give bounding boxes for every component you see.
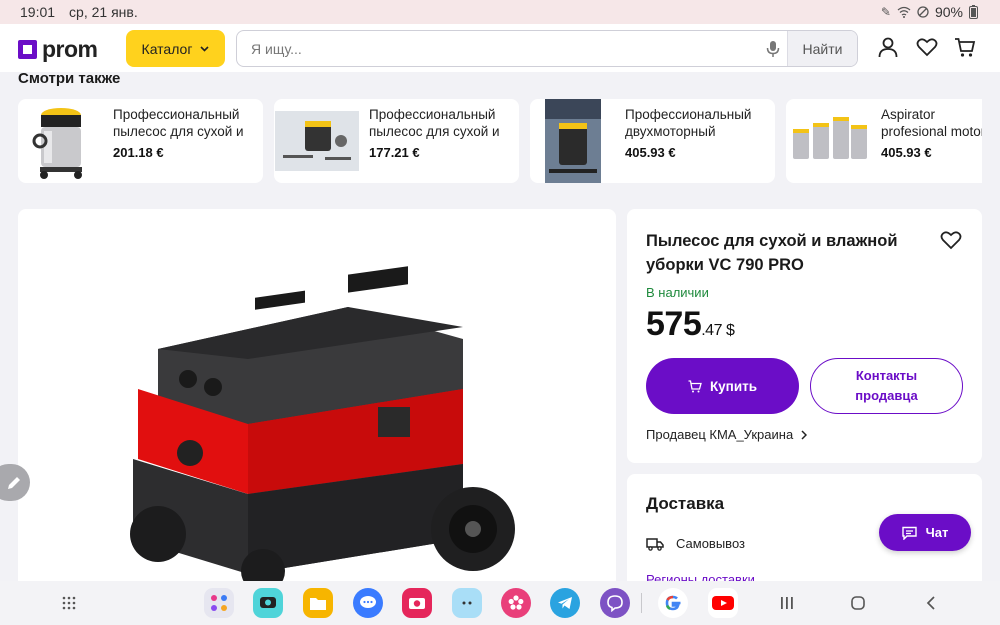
card-title: Профессиональный пылесос для сухой и вла… [113, 107, 244, 139]
buy-box: Пылесос для сухой и влажной уборки VC 79… [627, 209, 982, 463]
messages-app-icon[interactable] [353, 588, 383, 618]
see-also-title: Смотри также [18, 70, 121, 87]
taskbar [0, 581, 1000, 625]
pickup-label: Самовывоз [676, 536, 745, 551]
status-time: 19:01 [20, 4, 56, 20]
card-price: 177.21 € [369, 145, 420, 160]
status-date: ср, 21 янв. [69, 4, 138, 20]
card-price: 405.93 € [625, 145, 676, 160]
favorite-heart-icon[interactable] [940, 229, 962, 251]
recent-apps-icon[interactable] [776, 592, 798, 614]
cart-icon [688, 379, 702, 392]
availability-status: В наличии [646, 285, 709, 300]
buy-button[interactable]: Купить [646, 358, 799, 414]
chat-label: Чат [925, 525, 949, 540]
youtube-app-icon[interactable] [708, 588, 738, 618]
see-also-card[interactable]: Aspirator profesional motor dual SPEED 4… [786, 99, 982, 183]
catalog-button[interactable]: Каталог [126, 30, 225, 67]
heart-icon[interactable] [916, 36, 938, 58]
battery-icon [969, 5, 978, 19]
delivery-title: Доставка [646, 494, 725, 513]
camera-app-icon[interactable] [402, 588, 432, 618]
logo-text: prom [42, 36, 98, 62]
product-image [130, 266, 515, 589]
product-thumbnail [274, 99, 360, 183]
do-not-disturb-icon [917, 6, 929, 18]
card-price: 201.18 € [113, 145, 164, 160]
telegram-app-icon[interactable] [550, 588, 580, 618]
search-button[interactable]: Найти [787, 31, 857, 66]
see-also-card[interactable]: Профессиональный пылесос для сухой и вла… [18, 99, 263, 183]
home-icon[interactable] [847, 592, 869, 614]
google-app-icon[interactable] [658, 588, 688, 618]
wifi-icon [897, 6, 911, 18]
messenger-app-icon[interactable] [253, 588, 283, 618]
card-price: 405.93 € [881, 145, 932, 160]
card-title: Профессиональный пылесос для сухой и вла… [369, 107, 500, 139]
card-title: Профессиональный двухмоторный пылесос [625, 107, 752, 139]
product-thumbnail [786, 99, 872, 183]
app-grid-icon[interactable] [58, 592, 80, 614]
catalog-label: Каталог [141, 40, 193, 57]
pickup-option: Самовывоз [646, 536, 745, 551]
truck-icon [646, 537, 664, 551]
app-folder-icon[interactable] [204, 588, 234, 618]
files-app-icon[interactable] [303, 588, 333, 618]
blossom-app-icon[interactable] [501, 588, 531, 618]
buy-label: Купить [709, 378, 758, 394]
search-bar: Найти [236, 30, 858, 67]
contact-seller-button[interactable]: Контакты продавца [810, 358, 963, 414]
search-input[interactable] [251, 31, 751, 66]
product-gallery[interactable] [18, 209, 616, 589]
stylus-icon: ✎ [880, 5, 891, 19]
prom-logo[interactable]: prom [18, 36, 98, 63]
seller-link[interactable]: Продавец КМА_Украина [646, 427, 808, 442]
product-price: 575.47 $ [646, 305, 735, 344]
product-title: Пылесос для сухой и влажной уборки VC 79… [646, 232, 898, 274]
site-header: prom Каталог Найти [0, 24, 1000, 72]
chat-button[interactable]: Чат [879, 514, 971, 551]
see-also-card[interactable]: Профессиональный двухмоторный пылесос 40… [530, 99, 775, 183]
chevron-down-icon [200, 45, 210, 52]
chat-bubble-icon [901, 526, 917, 540]
seller-name: Продавец КМА_Украина [646, 427, 794, 442]
see-also-card[interactable]: Профессиональный пылесос для сухой и вла… [274, 99, 519, 183]
price-main: 575 [646, 305, 702, 343]
product-thumbnail [530, 99, 616, 183]
user-icon[interactable] [877, 36, 899, 58]
mic-icon[interactable] [765, 40, 781, 58]
chevron-right-icon [801, 429, 808, 440]
battery-level: 90% [934, 4, 963, 20]
card-title: Aspirator profesional motor dual SPEED [881, 107, 982, 139]
pencil-icon [8, 476, 20, 489]
contact-label: Контакты продавца [855, 368, 918, 403]
price-currency: $ [725, 322, 735, 339]
logo-mark-icon [18, 40, 37, 59]
cart-icon[interactable] [954, 36, 976, 58]
back-icon[interactable] [920, 592, 942, 614]
viber-app-icon[interactable] [600, 588, 630, 618]
status-bar: 19:01 ср, 21 янв. ✎ 90% [0, 0, 1000, 24]
product-thumbnail [18, 99, 104, 183]
taskbar-divider [641, 593, 642, 613]
bixby-app-icon[interactable] [452, 588, 482, 618]
price-cents: .47 [701, 322, 722, 339]
